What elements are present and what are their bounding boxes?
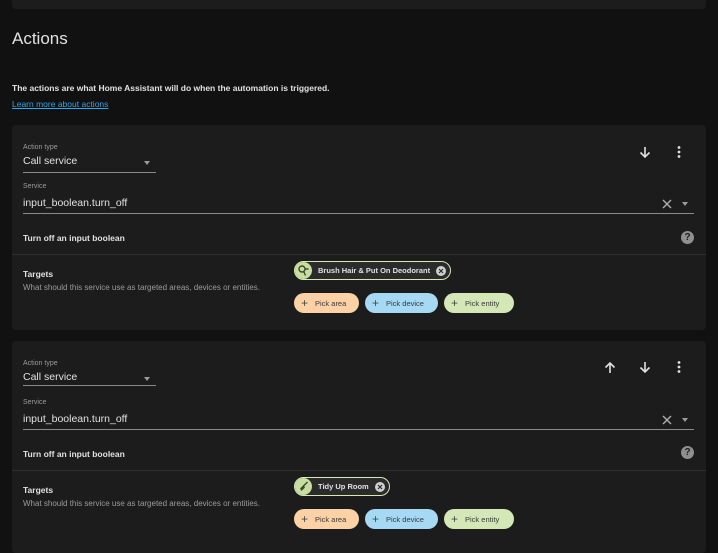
targets-divider [12, 470, 706, 471]
pick-device-label: Pick device [386, 514, 424, 524]
close-icon [662, 415, 672, 425]
menu-down-icon[interactable] [144, 377, 150, 381]
move-up-button[interactable] [600, 357, 620, 377]
service-description: Turn off an input boolean [23, 449, 125, 459]
pick-area-button[interactable]: + Pick area [294, 509, 359, 529]
service-input[interactable]: input_boolean.turn_off [23, 197, 127, 209]
pick-entity-button[interactable]: + Pick entity [444, 509, 514, 529]
pick-entity-label: Pick entity [465, 298, 500, 308]
move-down-button[interactable] [635, 142, 655, 162]
pick-entity-label: Pick entity [465, 514, 500, 524]
action-type-select[interactable]: Call service [23, 371, 77, 383]
menu-down-icon[interactable] [682, 202, 688, 206]
pick-device-button[interactable]: + Pick device [365, 293, 438, 313]
entity-chip-label: Tidy Up Room [318, 482, 369, 491]
plus-icon: + [301, 296, 309, 310]
action-type-select[interactable]: Call service [23, 155, 77, 167]
targets-help: What should this service use as targeted… [23, 499, 261, 508]
broom-icon [295, 478, 312, 495]
action-type-label: Action type [23, 144, 58, 151]
section-intro: The actions are what Home Assistant will… [12, 83, 330, 93]
targets-title: Targets [23, 269, 54, 279]
move-down-button[interactable] [635, 357, 655, 377]
arrow-down-icon [639, 361, 651, 373]
hair-dryer-icon [295, 262, 312, 279]
close-icon [662, 199, 672, 209]
pick-device-button[interactable]: + Pick device [365, 509, 438, 529]
action-type-underline [23, 385, 156, 386]
entity-chip[interactable]: Brush Hair & Put On Deodorant [294, 261, 452, 280]
service-label: Service [23, 399, 47, 406]
service-input[interactable]: input_boolean.turn_off [23, 413, 127, 425]
pick-area-label: Pick area [315, 298, 347, 308]
close-circle-icon[interactable] [436, 265, 447, 276]
arrow-up-icon [604, 361, 616, 373]
plus-icon: + [372, 512, 380, 526]
clear-service-button[interactable] [660, 413, 674, 427]
dots-vertical-icon [677, 146, 681, 158]
targets-title: Targets [23, 485, 54, 495]
action-menu-button[interactable] [669, 357, 689, 377]
dots-vertical-icon [677, 361, 681, 373]
pick-area-button[interactable]: + Pick area [294, 293, 359, 313]
plus-icon: + [301, 512, 309, 526]
pick-device-label: Pick device [386, 298, 424, 308]
entity-chip-label: Brush Hair & Put On Deodorant [318, 266, 431, 275]
action-type-underline [23, 172, 156, 173]
action-card: Action type Call service Service input_b… [12, 125, 706, 330]
entity-chip[interactable]: Tidy Up Room [294, 477, 390, 496]
service-underline [23, 213, 694, 214]
plus-icon: + [451, 512, 459, 526]
action-type-label: Action type [23, 360, 58, 367]
previous-section-card [12, 0, 706, 9]
menu-down-icon[interactable] [682, 418, 688, 422]
plus-icon: + [451, 296, 459, 310]
clear-service-button[interactable] [660, 197, 674, 211]
menu-down-icon[interactable] [144, 161, 150, 165]
targets-help: What should this service use as targeted… [23, 283, 261, 292]
arrow-down-icon [639, 146, 651, 158]
section-title: Actions [12, 29, 68, 48]
close-circle-icon[interactable] [374, 481, 385, 492]
service-underline [23, 429, 694, 430]
targets-divider [12, 254, 706, 255]
learn-more-link[interactable]: Learn more about actions [12, 99, 108, 109]
service-description: Turn off an input boolean [23, 233, 125, 243]
service-label: Service [23, 183, 47, 190]
action-menu-button[interactable] [669, 142, 689, 162]
help-circle-icon[interactable]: ? [681, 446, 694, 459]
pick-entity-button[interactable]: + Pick entity [444, 293, 514, 313]
plus-icon: + [372, 296, 380, 310]
help-circle-icon[interactable]: ? [681, 231, 694, 244]
pick-area-label: Pick area [315, 514, 347, 524]
action-card: Action type Call service Service input_b… [12, 341, 706, 553]
